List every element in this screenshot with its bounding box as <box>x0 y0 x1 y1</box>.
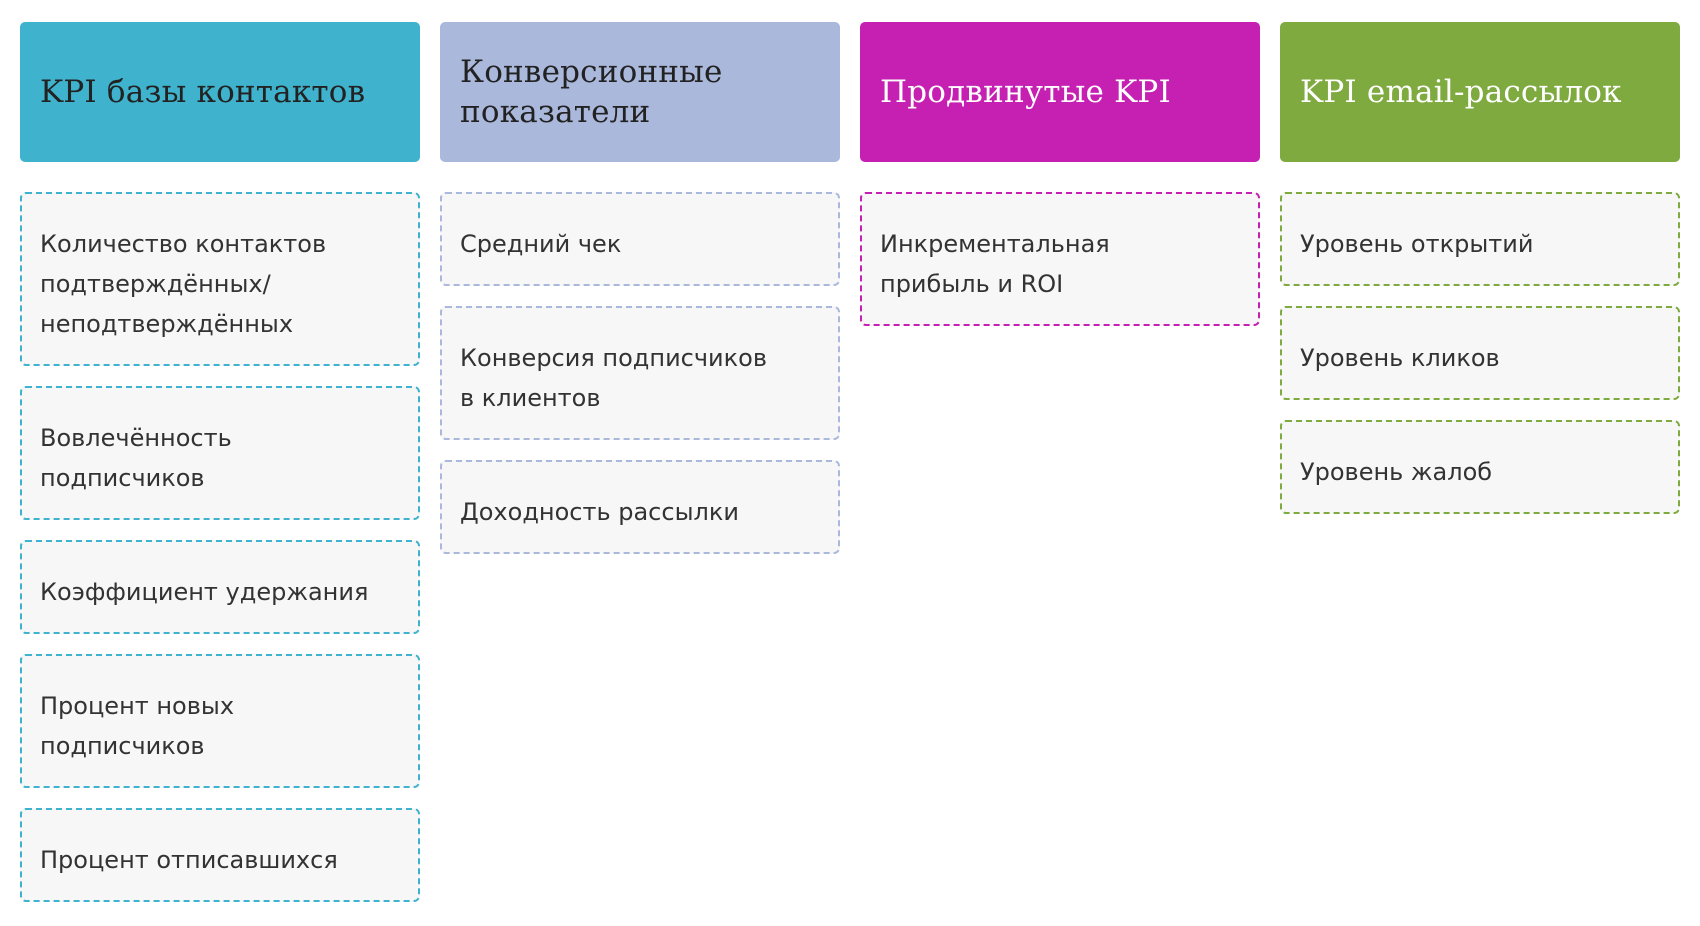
kpi-card-label: Вовлечённость подписчиков <box>40 424 232 492</box>
column-conversion-metrics: Конверсионные показатели Средний чек Кон… <box>440 22 840 574</box>
column-title: Продвинутые KPI <box>880 74 1171 110</box>
column-contact-base-kpi: KPI базы контактов Количество контактов … <box>20 22 420 922</box>
column-title: KPI базы контактов <box>40 74 366 110</box>
kpi-card: Конверсия подписчиков в клиентов <box>440 306 840 440</box>
column-header: Продвинутые KPI <box>860 22 1260 162</box>
column-title: Конверсионные показатели <box>460 54 723 130</box>
column-advanced-kpi: Продвинутые KPI Инкрементальная прибыль … <box>860 22 1260 346</box>
kpi-card-label: Уровень открытий <box>1300 230 1534 258</box>
kpi-card: Средний чек <box>440 192 840 286</box>
column-header: Конверсионные показатели <box>440 22 840 162</box>
kpi-card-label: Инкрементальная прибыль и ROI <box>880 230 1110 298</box>
kpi-card: Уровень кликов <box>1280 306 1680 400</box>
kpi-card-label: Доходность рассылки <box>460 498 739 526</box>
kpi-card-label: Коэффициент удержания <box>40 578 369 606</box>
kpi-card: Процент отписавшихся <box>20 808 420 902</box>
column-header: KPI базы контактов <box>20 22 420 162</box>
card-list: Средний чек Конверсия подписчиков в клие… <box>440 192 840 554</box>
kpi-card-label: Процент отписавшихся <box>40 846 338 874</box>
kpi-card: Процент новых подписчиков <box>20 654 420 788</box>
card-list: Инкрементальная прибыль и ROI <box>860 192 1260 326</box>
kpi-card: Уровень открытий <box>1280 192 1680 286</box>
kpi-card-label: Средний чек <box>460 230 622 258</box>
column-header: KPI email-рассылок <box>1280 22 1680 162</box>
kpi-card-label: Количество контактов подтверждённых/ неп… <box>40 230 327 338</box>
kpi-card: Вовлечённость подписчиков <box>20 386 420 520</box>
kpi-card-label: Уровень кликов <box>1300 344 1500 372</box>
kpi-card: Уровень жалоб <box>1280 420 1680 514</box>
card-list: Количество контактов подтверждённых/ неп… <box>20 192 420 902</box>
kpi-board: KPI базы контактов Количество контактов … <box>0 0 1700 926</box>
card-list: Уровень открытий Уровень кликов Уровень … <box>1280 192 1680 514</box>
kpi-card-label: Процент новых подписчиков <box>40 692 235 760</box>
column-title: KPI email-рассылок <box>1300 74 1622 110</box>
kpi-card: Количество контактов подтверждённых/ неп… <box>20 192 420 366</box>
kpi-card: Доходность рассылки <box>440 460 840 554</box>
kpi-card-label: Конверсия подписчиков в клиентов <box>460 344 767 412</box>
column-email-kpi: KPI email-рассылок Уровень открытий Уров… <box>1280 22 1680 534</box>
kpi-card: Коэффициент удержания <box>20 540 420 634</box>
kpi-card-label: Уровень жалоб <box>1300 458 1493 486</box>
kpi-card: Инкрементальная прибыль и ROI <box>860 192 1260 326</box>
